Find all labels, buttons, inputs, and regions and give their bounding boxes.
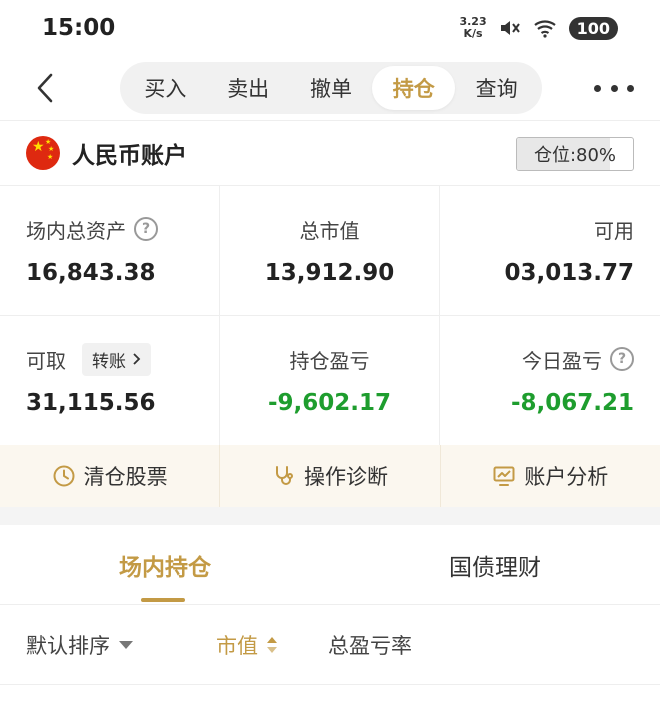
total-assets-cell: 场内总资产 ? 16,843.38: [0, 185, 220, 315]
total-assets-value: 16,843.38: [26, 260, 156, 286]
wifi-icon: [533, 17, 559, 39]
trade-tabs: 买入 卖出 撤单 持仓 查询: [120, 62, 542, 114]
available-label: 可用: [594, 218, 634, 243]
mute-icon: [497, 17, 523, 39]
china-flag-icon: ★ ★ ★ ★: [26, 136, 60, 170]
today-pnl-cell: 今日盈亏 ? -8,067.21: [440, 315, 660, 445]
top-nav: 买入 卖出 撤单 持仓 查询: [0, 56, 660, 120]
monitor-chart-icon: [493, 466, 515, 486]
account-name: 人民币账户: [72, 143, 187, 169]
withdrawable-label: 可取: [26, 348, 66, 373]
position-ratio-label: 仓位:80%: [533, 145, 617, 166]
position-pnl-label: 持仓盈亏: [289, 348, 370, 373]
available-value: 03,013.77: [504, 260, 635, 286]
sort-by-market-value[interactable]: 市值: [216, 630, 328, 660]
market-value-cell: 总市值 13,912.90: [220, 185, 440, 315]
section-gap: [0, 507, 660, 525]
sort-arrows-icon: [267, 636, 277, 653]
withdrawable-cell: 可取 转账 31,115.56: [0, 315, 220, 445]
today-pnl-value: -8,067.21: [510, 390, 634, 416]
status-icons: 3.23 K/s 100: [459, 16, 618, 40]
diagnose-button[interactable]: 操作诊断: [220, 445, 441, 507]
chevron-left-icon: [37, 73, 53, 103]
asset-summary: 场内总资产 ? 16,843.38 总市值 13,912.90 可用 03,01…: [0, 185, 660, 445]
withdrawable-value: 31,115.56: [26, 390, 156, 416]
help-icon[interactable]: ?: [134, 217, 158, 241]
account-row[interactable]: ★ ★ ★ ★ 人民币账户 仓位:80%: [0, 121, 660, 185]
battery-indicator: 100: [568, 16, 618, 40]
net-speed: 3.23 K/s: [459, 15, 487, 40]
tab-buy[interactable]: 买入: [124, 66, 207, 110]
status-bar: 15:00 3.23 K/s 100: [0, 0, 660, 56]
sort-by-total-pnl-rate[interactable]: 总盈亏率: [328, 630, 412, 660]
position-pnl-cell: 持仓盈亏 -9,602.17: [220, 315, 440, 445]
today-pnl-label: 今日盈亏: [522, 348, 602, 373]
tab-holdings[interactable]: 持仓: [372, 66, 456, 110]
triangle-down-icon: [119, 640, 133, 649]
available-cell: 可用 03,013.77: [440, 185, 660, 315]
stethoscope-icon: [275, 466, 293, 485]
clear-stocks-button[interactable]: 清仓股票: [0, 445, 221, 507]
tab-query[interactable]: 查询: [455, 66, 538, 110]
more-dot-icon: [610, 84, 618, 92]
more-dot-icon: [594, 84, 601, 92]
help-icon[interactable]: ?: [610, 347, 634, 371]
market-value-label: 总市值: [299, 218, 360, 243]
default-sort-dropdown[interactable]: 默认排序: [26, 630, 216, 660]
holdings-tabs: 场内持仓 国债理财: [0, 525, 660, 605]
quick-actions: 清仓股票 操作诊断 账户分析: [0, 445, 660, 507]
clock-icon: [53, 465, 75, 487]
transfer-button[interactable]: 转账: [82, 342, 151, 376]
sort-bar: 默认排序 市值 总盈亏率: [0, 605, 660, 685]
position-pnl-value: -9,602.17: [267, 390, 392, 416]
back-button[interactable]: [30, 70, 60, 106]
account-analysis-button[interactable]: 账户分析: [441, 445, 660, 507]
market-value-value: 13,912.90: [264, 260, 395, 286]
more-button[interactable]: [594, 76, 634, 100]
tab-treasury-bonds[interactable]: 国债理财: [330, 525, 660, 604]
tab-cancel[interactable]: 撤单: [290, 66, 373, 110]
chevron-right-icon: [133, 353, 141, 365]
position-ratio-badge: 仓位:80%: [516, 137, 634, 171]
more-dot-icon: [627, 84, 634, 92]
tab-sell[interactable]: 卖出: [207, 66, 290, 110]
tab-onsite-holdings[interactable]: 场内持仓: [0, 525, 330, 604]
total-assets-label: 场内总资产: [26, 218, 126, 243]
status-time: 15:00: [42, 15, 116, 41]
